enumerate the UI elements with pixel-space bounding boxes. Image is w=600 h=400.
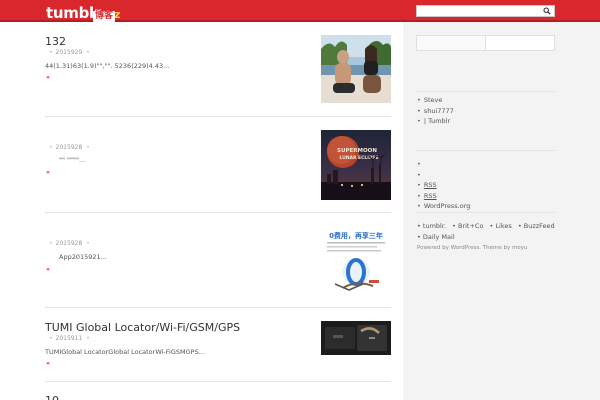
author-link[interactable]: shui7777 (424, 107, 454, 115)
post-date: 2015929 (55, 49, 83, 56)
footer-link: • tumblr. (417, 222, 446, 230)
post-excerpt: App2015921... (59, 253, 107, 261)
footer-link-label[interactable]: Brit+Co (458, 222, 483, 230)
post-title[interactable]: 10 (45, 394, 59, 400)
footer-link: • Daily Mail (417, 233, 455, 241)
post-item: TUMI Global Locator/Wi-Fi/GSM/GPS • 20159… (45, 321, 391, 386)
post-item: • 2015928 • "" """"... » SUPERMOON LUNAR E… (45, 130, 391, 212)
sidebar-divider (416, 212, 555, 213)
main-column: 132 • 2015929 • 44(1.31)63(1.9)"","". 5236… (45, 22, 391, 400)
read-more-arrow[interactable]: » (46, 266, 50, 273)
post-meta: • 2015928 • (49, 240, 90, 247)
top-bar: tumblr .bz 博客 (0, 0, 600, 22)
bullet-icon: • (417, 181, 421, 189)
footer-links: • tumblr. • Brit+Co • Likes • BuzzFeed •… (417, 221, 567, 243)
list-item[interactable]: • (417, 160, 470, 171)
sidebar-divider (416, 150, 555, 151)
post-title[interactable]: TUMI Global Locator/Wi-Fi/GSM/GPS (45, 321, 240, 334)
post-title[interactable]: 132 (45, 35, 66, 48)
post-excerpt: "" """"... (59, 156, 86, 164)
list-item[interactable]: • RSS (417, 181, 470, 192)
meta-link-rss-comments[interactable]: RSS (424, 192, 437, 200)
sidebar: • Steve • shui7777 • | Tumblr • • • RSS • RSS… (403, 22, 600, 400)
post-meta: • 2015929 • (49, 49, 90, 56)
bullet-icon: • (86, 49, 90, 56)
search-icon[interactable] (543, 7, 551, 15)
author-link[interactable]: | Tumblr (424, 117, 450, 125)
read-more-arrow[interactable]: » (46, 360, 50, 367)
bullet-icon: • (417, 191, 421, 200)
post-meta: • 2015911 • (49, 335, 90, 342)
post-item: 132 • 2015929 • 44(1.31)63(1.9)"","". 5236… (45, 35, 391, 117)
bullet-icon: • (49, 240, 53, 247)
author-link[interactable]: Steve (424, 96, 443, 104)
powered-by: Powered by WordPress. Theme by moyu (417, 245, 528, 251)
post-thumbnail-luggage[interactable] (321, 321, 391, 355)
footer-link: • BuzzFeed (518, 222, 555, 230)
post-thumbnail-promo[interactable]: 0费用，再享三年 (321, 226, 391, 298)
bullet-icon: • (49, 49, 53, 56)
sidebar-tab[interactable] (485, 36, 554, 50)
post-thumbnail-supermoon[interactable]: SUPERMOON LUNAR ECLIPSE (321, 130, 391, 200)
post-excerpt: TUMIGlobal LocatorGlobal LocatorWi-FiGSM… (45, 348, 205, 356)
list-item[interactable]: • WordPress.org (417, 202, 470, 213)
supermoon-title: SUPERMOON (337, 148, 377, 154)
meta-link-wordpress[interactable]: WordPress.org (424, 202, 471, 210)
bullet-icon: • (86, 144, 90, 151)
post-divider (45, 212, 391, 213)
site-logo[interactable]: tumblr .bz 博客 (46, 2, 120, 22)
footer-link-label[interactable]: BuzzFeed (524, 222, 555, 230)
list-item[interactable]: • (417, 171, 470, 182)
post-thumbnail-beach[interactable] (321, 35, 391, 103)
footer-link-label[interactable]: tumblr. (423, 222, 446, 230)
logo-subtitle: 博客 (93, 11, 116, 22)
footer-link: • Likes (490, 222, 512, 230)
search-box (416, 5, 555, 17)
footer-link-label[interactable]: Daily Mail (423, 233, 455, 241)
read-more-arrow[interactable]: » (46, 169, 50, 176)
bullet-icon: • (417, 106, 421, 115)
post-date: 2015928 (55, 240, 83, 247)
post-divider (45, 116, 391, 117)
bullet-icon: • (49, 335, 53, 342)
post-thumbnail-partial[interactable] (321, 395, 391, 400)
bullet-icon: • (417, 96, 421, 104)
bullet-icon: • (86, 240, 90, 247)
post-divider (45, 381, 391, 382)
promo-headline: 0费用，再享三年 (329, 231, 383, 240)
search-input[interactable] (419, 6, 539, 16)
meta-list: • • • RSS • RSS • WordPress.org (417, 160, 470, 213)
bullet-icon: • (417, 202, 421, 210)
post-divider (45, 307, 391, 308)
list-item[interactable]: • RSS (417, 192, 470, 203)
bullet-icon: • (86, 335, 90, 342)
authors-list: • Steve • shui7777 • | Tumblr (417, 96, 454, 128)
meta-link-rss[interactable]: RSS (424, 181, 437, 189)
footer-link-label[interactable]: Likes (495, 222, 511, 230)
bullet-icon: • (49, 144, 53, 151)
bullet-icon: • (417, 117, 421, 125)
sidebar-tabs (416, 35, 555, 51)
bullet-icon: • (417, 170, 421, 179)
post-item: 10 (45, 394, 391, 400)
list-item[interactable]: • Steve (417, 96, 454, 107)
sidebar-divider (416, 91, 555, 92)
sidebar-tab[interactable] (417, 36, 485, 50)
post-date: 2015928 (55, 144, 83, 151)
post-excerpt: 44(1.31)63(1.9)"","". 5236(229)4.43... (45, 62, 170, 70)
post-item: • 2015928 • App2015921... » 0费用，再享三年 (45, 226, 391, 312)
post-meta: • 2015928 • (49, 144, 90, 151)
footer-link: • Brit+Co (452, 222, 483, 230)
post-date: 2015911 (55, 335, 83, 342)
list-item[interactable]: • shui7777 (417, 107, 454, 118)
read-more-arrow[interactable]: » (46, 74, 50, 81)
bullet-icon: • (417, 160, 421, 168)
list-item[interactable]: • | Tumblr (417, 117, 454, 128)
